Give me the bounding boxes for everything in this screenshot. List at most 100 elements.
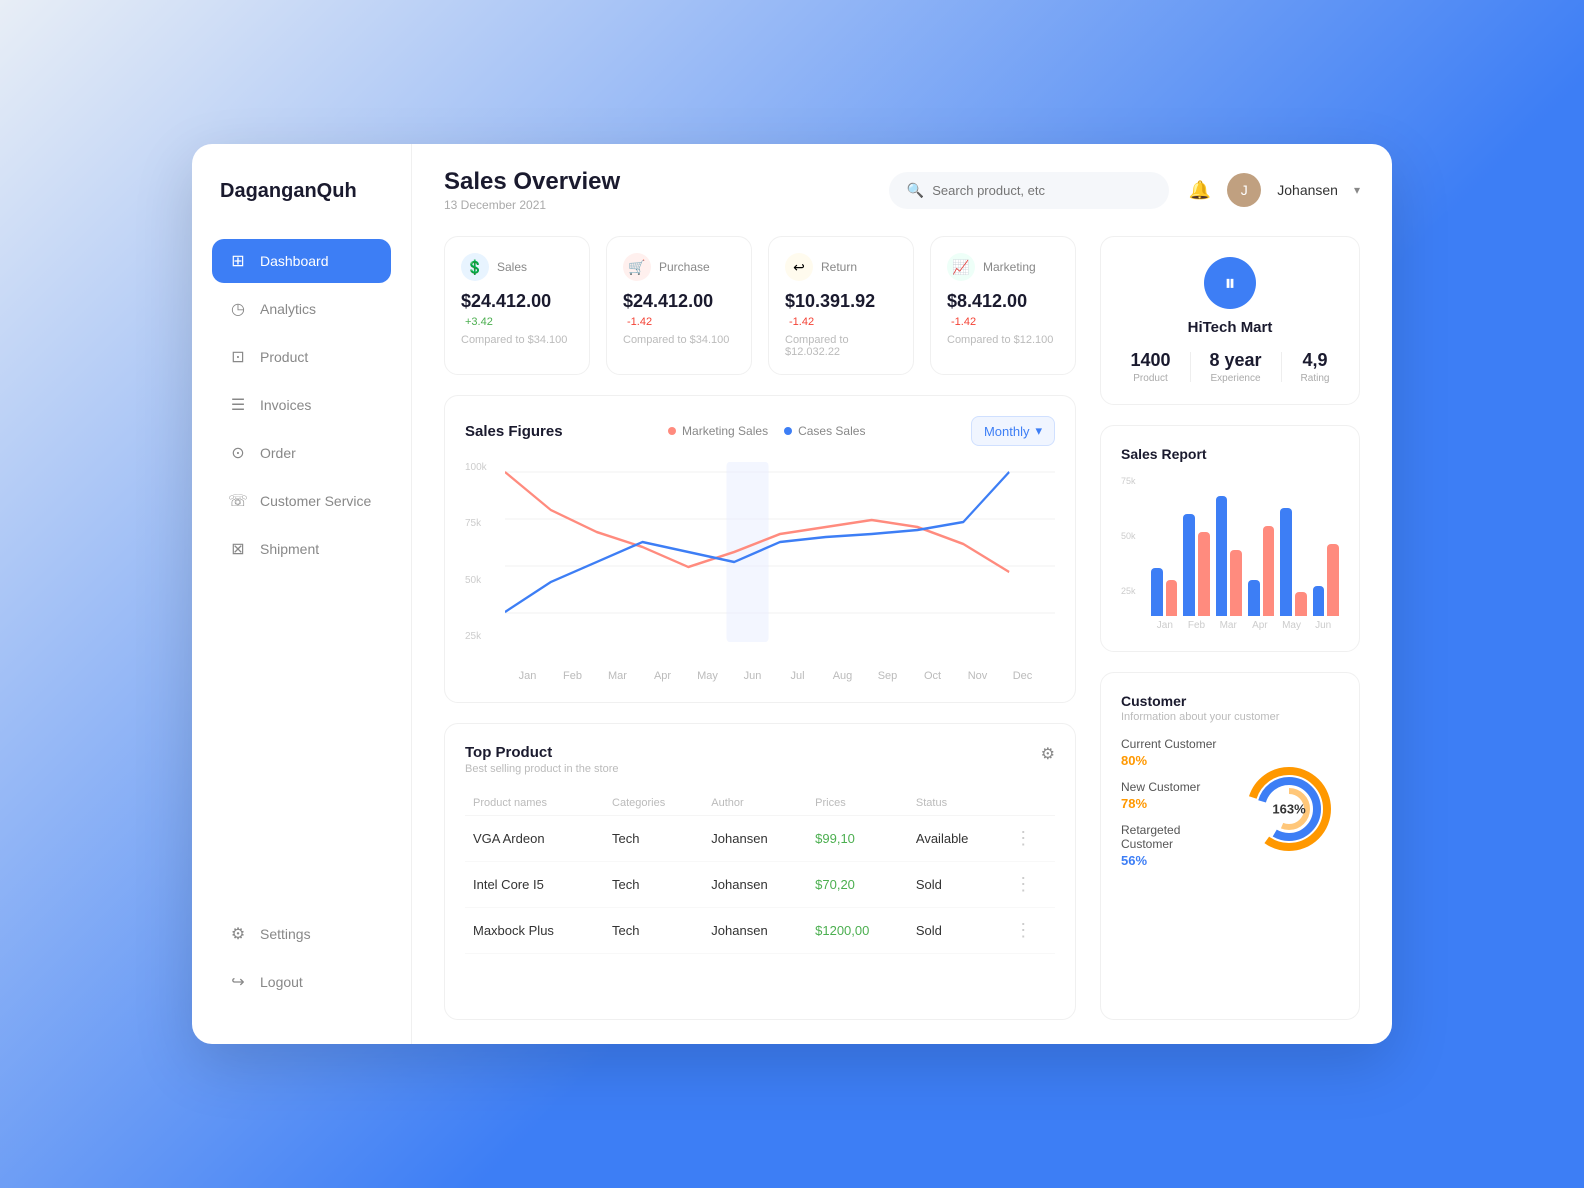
- table-row: VGA Ardeon Tech Johansen $99,10 Availabl…: [465, 816, 1055, 862]
- legend-dot: [784, 427, 792, 435]
- invoices-icon: ☰: [228, 395, 248, 415]
- sidebar-item-dashboard[interactable]: ⊞ Dashboard: [212, 239, 391, 283]
- product-category: Tech: [604, 908, 703, 954]
- sidebar-item-logout[interactable]: ↪ Logout: [212, 960, 391, 1004]
- row-menu-icon[interactable]: ⋮: [1006, 862, 1055, 908]
- product-author: Johansen: [703, 908, 807, 954]
- store-stat-divider: [1190, 352, 1191, 382]
- bar-groups-wrap: [1121, 496, 1339, 616]
- col-header-: [1006, 791, 1055, 816]
- customer-item-pct: 56%: [1121, 853, 1229, 868]
- search-bar[interactable]: 🔍: [889, 172, 1169, 209]
- analytics-icon: ◷: [228, 299, 248, 319]
- bar-x-label-mar: Mar: [1212, 620, 1244, 631]
- monthly-button[interactable]: Monthly ▾: [971, 416, 1055, 446]
- sidebar-item-label: Dashboard: [260, 253, 329, 269]
- sales-report-title: Sales Report: [1121, 446, 1339, 462]
- sidebar-item-order[interactable]: ⊙ Order: [212, 431, 391, 475]
- x-label-apr: Apr: [640, 670, 685, 682]
- bar-blue: [1248, 580, 1260, 616]
- store-stats: 1400 Product8 year Experience4,9 Rating: [1121, 350, 1339, 384]
- bar-x-label-jan: Jan: [1149, 620, 1181, 631]
- stat-icon: ↩: [785, 253, 813, 281]
- bar-blue: [1183, 514, 1195, 616]
- settings-icon: ⚙: [228, 924, 248, 944]
- customer-item-label: Current Customer: [1121, 737, 1229, 751]
- customer-body: Current Customer 80%New Customer 78%Reta…: [1121, 737, 1339, 880]
- stat-icon: 📈: [947, 253, 975, 281]
- store-stat-label: Product: [1130, 373, 1170, 384]
- customer-item-label: Retargeted Customer: [1121, 823, 1229, 851]
- search-input[interactable]: [932, 183, 1151, 198]
- stats-row: 💲 Sales $24.412.00 +3.42 Compared to $34…: [444, 236, 1076, 375]
- bar-blue: [1151, 568, 1163, 616]
- customer-item-new-customer: New Customer 78%: [1121, 780, 1229, 811]
- store-card: ⏸ HiTech Mart 1400 Product8 year Experie…: [1100, 236, 1360, 405]
- stat-value: $24.412.00: [461, 291, 551, 311]
- legend-label: Marketing Sales: [682, 424, 768, 438]
- legend-label: Cases Sales: [798, 424, 865, 438]
- stat-change: +3.42: [465, 316, 493, 328]
- chevron-down-icon[interactable]: ▾: [1354, 183, 1360, 197]
- bar-group-1: [1183, 514, 1209, 616]
- x-label-jan: Jan: [505, 670, 550, 682]
- chevron-down-icon: ▾: [1035, 423, 1042, 439]
- sidebar-item-product[interactable]: ⊡ Product: [212, 335, 391, 379]
- row-menu-icon[interactable]: ⋮: [1006, 908, 1055, 954]
- store-stat-value: 8 year: [1210, 350, 1262, 371]
- notification-bell-icon[interactable]: 🔔: [1189, 180, 1211, 201]
- table-row: Maxbock Plus Tech Johansen $1200,00 Sold…: [465, 908, 1055, 954]
- bar-blue: [1313, 586, 1325, 616]
- store-stat-experience: 8 year Experience: [1210, 350, 1262, 384]
- sidebar-bottom: ⚙ Settings↪ Logout: [212, 892, 391, 1008]
- x-label-jun: Jun: [730, 670, 775, 682]
- dashboard-icon: ⊞: [228, 251, 248, 271]
- product-author: Johansen: [703, 816, 807, 862]
- row-menu-icon[interactable]: ⋮: [1006, 816, 1055, 862]
- store-name: HiTech Mart: [1121, 319, 1339, 336]
- product-price: $70,20: [807, 862, 908, 908]
- header-date: 13 December 2021: [444, 198, 869, 212]
- donut-chart: 163%: [1239, 759, 1339, 859]
- chart-x-labels: JanFebMarAprMayJunJulAugSepOctNovDec: [465, 670, 1055, 682]
- table-header: Top Product Best selling product in the …: [465, 744, 1055, 775]
- bar-chart: 75k 50k 25k: [1121, 476, 1339, 616]
- sidebar-item-label: Shipment: [260, 541, 319, 557]
- col-header-author: Author: [703, 791, 807, 816]
- legend-item-marketing-sales: Marketing Sales: [668, 424, 768, 438]
- pause-icon: ⏸: [1224, 270, 1235, 296]
- stat-value: $10.391.92: [785, 291, 875, 311]
- line-chart-svg: [465, 462, 1055, 662]
- legend-dot: [668, 427, 676, 435]
- sidebar-item-shipment[interactable]: ⊠ Shipment: [212, 527, 391, 571]
- right-panel: ⏸ HiTech Mart 1400 Product8 year Experie…: [1100, 236, 1360, 1020]
- bar-red: [1263, 526, 1275, 616]
- chart-section: Sales Figures Marketing Sales Cases Sale…: [444, 395, 1076, 703]
- customer-list: Current Customer 80%New Customer 78%Reta…: [1121, 737, 1229, 880]
- bar-x-label-feb: Feb: [1181, 620, 1213, 631]
- sidebar-item-analytics[interactable]: ◷ Analytics: [212, 287, 391, 331]
- y-label-100k: 100k: [465, 462, 501, 473]
- customer-card: Customer Information about your customer…: [1100, 672, 1360, 1020]
- main-content: Sales Overview 13 December 2021 🔍 🔔 J Jo…: [412, 144, 1392, 1044]
- sidebar-item-label: Settings: [260, 926, 311, 942]
- stat-compare: Compared to $34.100: [623, 334, 735, 346]
- x-label-feb: Feb: [550, 670, 595, 682]
- sidebar-item-customer-service[interactable]: ☏ Customer Service: [212, 479, 391, 523]
- header: Sales Overview 13 December 2021 🔍 🔔 J Jo…: [412, 144, 1392, 236]
- stat-compare: Compared to $12.032.22: [785, 334, 897, 358]
- sidebar-item-settings[interactable]: ⚙ Settings: [212, 912, 391, 956]
- sidebar-item-label: Product: [260, 349, 308, 365]
- stat-card-purchase: 🛒 Purchase $24.412.00 -1.42 Compared to …: [606, 236, 752, 375]
- page-title: Sales Overview: [444, 168, 869, 196]
- sidebar-item-invoices[interactable]: ☰ Invoices: [212, 383, 391, 427]
- filter-icon[interactable]: ⚙: [1041, 744, 1055, 764]
- x-label-mar: Mar: [595, 670, 640, 682]
- sidebar-item-label: Order: [260, 445, 296, 461]
- stat-label: Marketing: [983, 260, 1036, 274]
- bar-red: [1327, 544, 1339, 616]
- header-left: Sales Overview 13 December 2021: [444, 168, 869, 212]
- col-header-categories: Categories: [604, 791, 703, 816]
- y-label-25k: 25k: [465, 631, 501, 642]
- sidebar-item-label: Logout: [260, 974, 303, 990]
